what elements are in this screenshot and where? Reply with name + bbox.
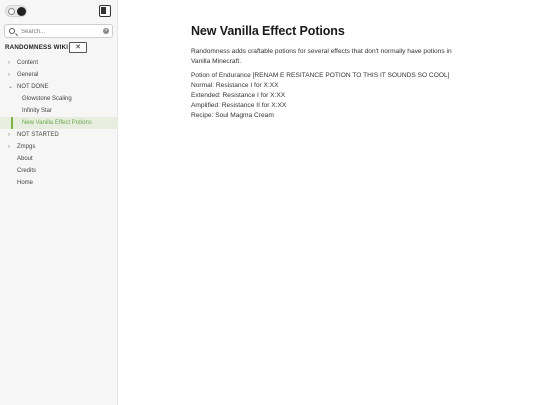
sidebar-item-label: NOT STARTED <box>17 132 59 138</box>
chevron-right-icon: › <box>8 132 10 138</box>
article: New Vanilla Effect Potions Randomness ad… <box>191 24 491 121</box>
chevron-down-icon: ⌄ <box>8 84 14 90</box>
chevron-right-icon: › <box>8 144 10 150</box>
sidebar-item-label: NOT DONE <box>17 84 49 90</box>
chevron-right-icon: › <box>8 72 10 78</box>
sidebar-item-glowstone-scaling[interactable]: Glowstone Scaling <box>0 93 118 105</box>
sidebar-item-infinity-star[interactable]: Infinity Star <box>0 105 118 117</box>
potion-extended: Extended: Resistance I for X:XX <box>191 92 286 99</box>
sidebar: × RANDOMNESS WIKI ✕ › Content › General … <box>0 0 118 405</box>
sidebar-item-content[interactable]: › Content <box>0 57 118 69</box>
sidebar-item-new-vanilla-effect-potions[interactable]: New Vanilla Effect Potions <box>0 117 118 129</box>
search-icon <box>9 28 15 34</box>
sidebar-item-not-done[interactable]: ⌄ NOT DONE <box>0 81 118 93</box>
sidebar-item-general[interactable]: › General <box>0 69 118 81</box>
chevron-right-icon: › <box>8 60 10 66</box>
page-title: New Vanilla Effect Potions <box>191 24 345 38</box>
sidebar-item-label: Content <box>17 60 39 66</box>
sun-icon <box>8 8 15 15</box>
clear-icon[interactable]: × <box>103 28 109 34</box>
sidebar-item-label: Glowstone Scaling <box>22 96 72 102</box>
search-box[interactable]: × <box>4 24 113 38</box>
sidebar-item-label: About <box>17 156 33 162</box>
potion-amplified: Amplified: Resistance II for X:XX <box>191 102 287 109</box>
moon-icon <box>17 7 26 16</box>
sidebar-layout-icon[interactable] <box>99 5 111 17</box>
potion-recipe: Recipe: Soul Magma Cream <box>191 112 274 119</box>
sidebar-item-label: Home <box>17 180 34 186</box>
potion-normal: Normal: Resistance I for X:XX <box>191 82 279 89</box>
search-input[interactable] <box>21 26 101 37</box>
intro-paragraph: Randomness adds craftable potions for se… <box>191 48 452 65</box>
sidebar-item-credits[interactable]: Credits <box>0 165 118 177</box>
sidebar-item-about[interactable]: About <box>0 153 118 165</box>
sidebar-nav: › Content › General ⌄ NOT DONE Glowstone… <box>0 57 118 189</box>
sidebar-item-not-started[interactable]: › NOT STARTED <box>0 129 118 141</box>
sidebar-item-label: Zmpgs <box>17 144 36 150</box>
sidebar-item-label: Credits <box>17 168 37 174</box>
sidebar-item-label: New Vanilla Effect Potions <box>22 120 92 126</box>
sidebar-topbar <box>5 5 113 19</box>
sidebar-item-label: Infinity Star <box>22 108 53 114</box>
site-title[interactable]: RANDOMNESS WIKI <box>5 44 68 51</box>
sidebar-item-zmpgs[interactable]: › Zmpgs <box>0 141 118 153</box>
sidebar-item-label: General <box>17 72 39 78</box>
collapse-button[interactable]: ✕ <box>69 42 87 53</box>
potion-heading: Potion of Endurance [RENAM E RESITANCE P… <box>191 72 450 79</box>
theme-toggle[interactable] <box>5 5 27 17</box>
sidebar-item-home[interactable]: Home <box>0 177 118 189</box>
